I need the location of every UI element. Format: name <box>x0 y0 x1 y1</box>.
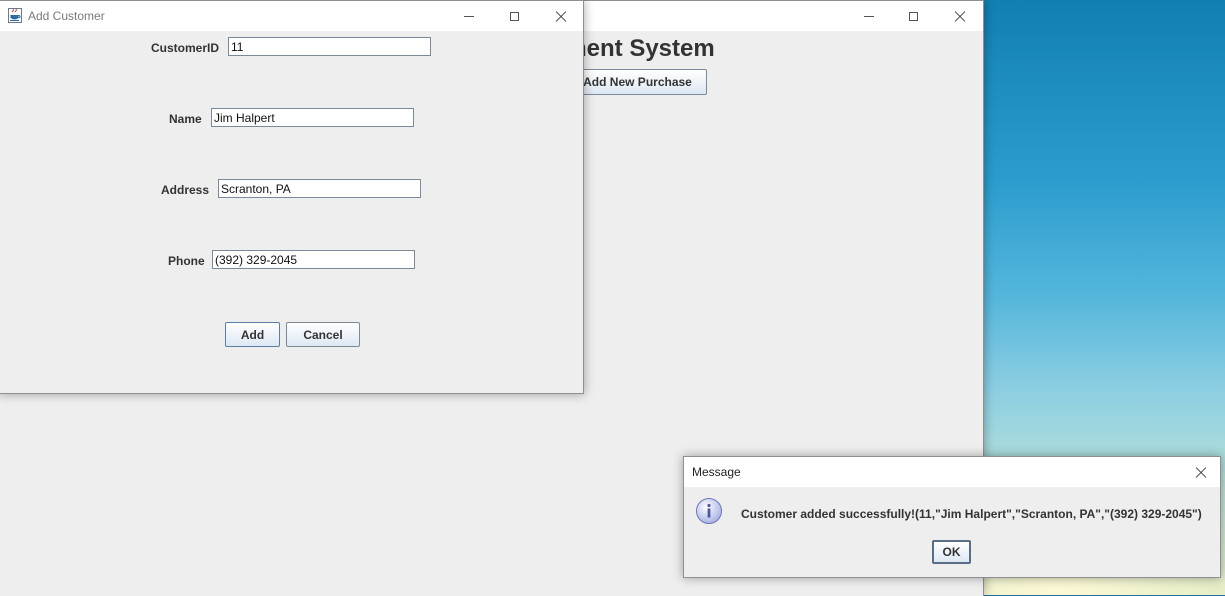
app-heading: nent System <box>572 35 715 62</box>
minimize-button[interactable] <box>446 1 491 31</box>
message-title: Message <box>692 465 741 479</box>
main-minimize-button[interactable] <box>846 1 891 31</box>
close-button[interactable] <box>538 1 583 31</box>
maximize-button[interactable] <box>492 1 537 31</box>
info-icon <box>695 497 723 525</box>
main-close-button[interactable] <box>937 1 982 31</box>
customer-id-field[interactable] <box>228 37 431 56</box>
phone-label: Phone <box>168 254 205 268</box>
message-close-button[interactable] <box>1181 457 1221 487</box>
add-customer-window: Add Customer CustomerID Name Address Pho… <box>0 0 584 394</box>
message-dialog: Message Customer added successfully!(11,… <box>683 456 1221 578</box>
phone-field[interactable] <box>212 250 415 269</box>
main-maximize-button[interactable] <box>891 1 936 31</box>
maximize-icon <box>909 11 918 21</box>
minimize-icon <box>463 15 474 17</box>
message-text: Customer added successfully!(11,"Jim Hal… <box>741 507 1202 521</box>
java-app-icon <box>8 8 22 23</box>
name-field[interactable] <box>211 108 414 127</box>
address-label: Address <box>161 183 210 197</box>
minimize-icon <box>863 15 874 17</box>
add-button[interactable]: Add <box>225 322 280 347</box>
name-label: Name <box>169 112 202 126</box>
customer-id-label: CustomerID <box>151 41 220 55</box>
maximize-icon <box>510 11 519 21</box>
close-icon <box>954 10 966 22</box>
close-icon <box>555 10 567 22</box>
window-title: Add Customer <box>28 9 105 23</box>
message-titlebar <box>684 457 1220 487</box>
close-icon <box>1195 466 1207 478</box>
address-field[interactable] <box>218 179 421 198</box>
ok-button[interactable]: OK <box>932 540 971 564</box>
cancel-button[interactable]: Cancel <box>286 322 360 347</box>
add-new-purchase-button[interactable]: Add New Purchase <box>568 69 707 95</box>
